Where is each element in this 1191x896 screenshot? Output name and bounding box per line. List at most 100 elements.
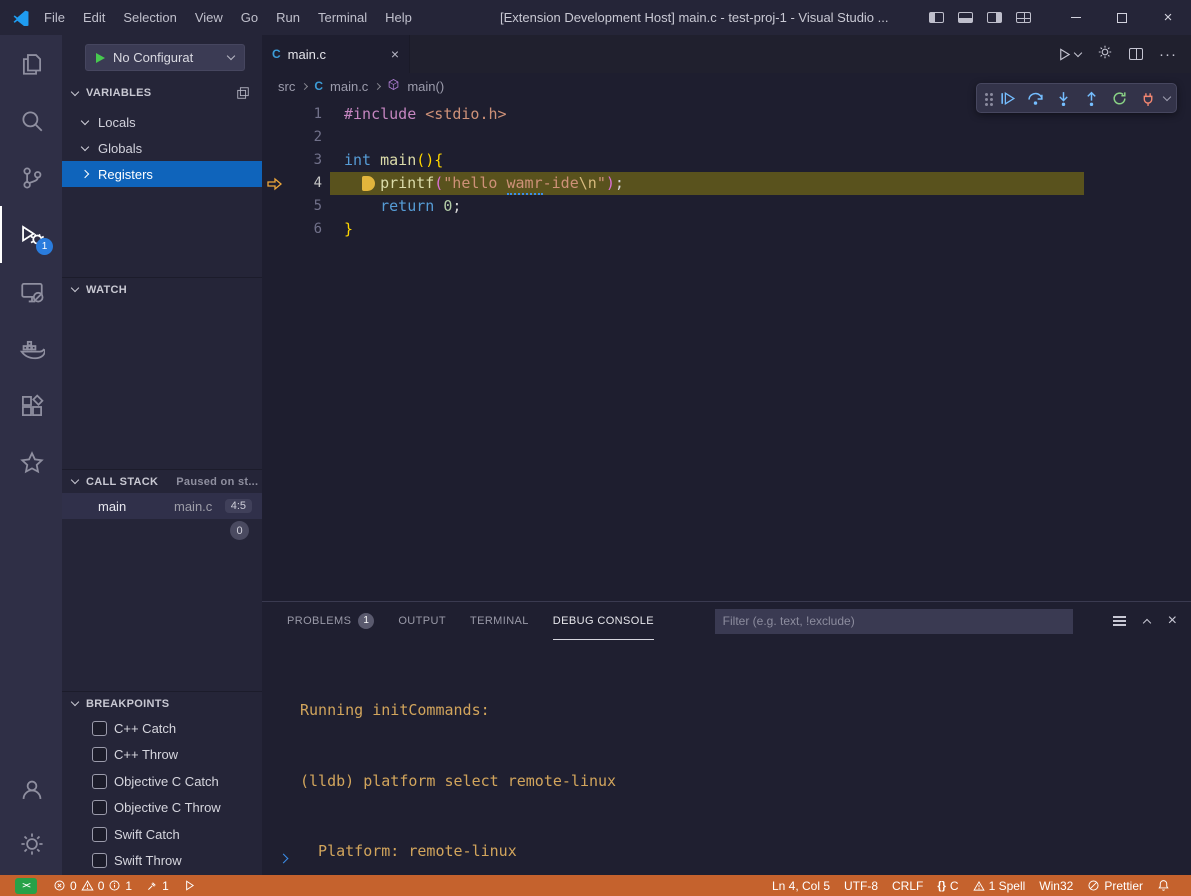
breakpoint-row[interactable]: Objective C Catch	[62, 768, 262, 794]
gutter-glyph[interactable]	[262, 103, 288, 126]
step-out-button[interactable]	[1078, 85, 1104, 111]
split-editor-icon[interactable]	[1129, 48, 1143, 60]
restart-button[interactable]	[1106, 85, 1132, 111]
menu-run[interactable]: Run	[267, 0, 309, 35]
code-token: <stdio.h>	[425, 103, 506, 126]
breakpoint-row[interactable]: C++ Catch	[62, 715, 262, 741]
stack-frame-row[interactable]: main main.c 4:5	[62, 493, 262, 519]
customize-layout-icon[interactable]	[1016, 12, 1031, 23]
remote-explorer-icon[interactable]	[0, 263, 62, 320]
chevron-down-icon[interactable]	[1163, 92, 1171, 100]
console-input[interactable]	[280, 849, 287, 867]
code-editor[interactable]: 1 #include <stdio.h> 2 3 int main(){	[262, 99, 1191, 601]
code-token: ;	[615, 172, 624, 195]
disconnect-button[interactable]	[1134, 85, 1160, 111]
launch-config-dropdown[interactable]: No Configurat	[85, 44, 245, 71]
console-filter-input[interactable]	[715, 609, 1073, 634]
gutter-glyph[interactable]	[262, 126, 288, 149]
breadcrumb-folder[interactable]: src	[278, 79, 295, 94]
info-count: 1	[125, 879, 132, 893]
run-file-button[interactable]	[1057, 47, 1081, 62]
start-debug-icon[interactable]	[96, 53, 105, 63]
breakpoint-checkbox[interactable]	[92, 827, 107, 842]
continue-button[interactable]	[994, 85, 1020, 111]
minimize-button[interactable]	[1053, 0, 1099, 35]
console-output-lines-icon[interactable]	[1113, 620, 1126, 622]
debug-status[interactable]	[183, 879, 196, 892]
toggle-secondary-sidebar-icon[interactable]	[987, 12, 1002, 23]
menu-selection[interactable]: Selection	[114, 0, 185, 35]
tab-close-icon[interactable]: ×	[391, 46, 399, 62]
docker-icon[interactable]	[0, 320, 62, 377]
drag-handle-icon[interactable]	[985, 93, 988, 96]
tab-debug-console[interactable]: DEBUG CONSOLE	[553, 602, 654, 640]
debug-toolbar	[976, 83, 1177, 113]
menu-terminal[interactable]: Terminal	[309, 0, 376, 35]
chevron-down-icon	[81, 116, 89, 124]
breakpoint-row[interactable]: Swift Throw	[62, 847, 262, 873]
favorites-star-icon[interactable]	[0, 434, 62, 491]
breadcrumb-file[interactable]: main.c	[330, 79, 368, 94]
code-line-4[interactable]: 4 printf("hello wamr-ide\n");	[262, 172, 1191, 195]
breakpoints-section-header[interactable]: BREAKPOINTS	[62, 691, 262, 715]
inline-breakpoint-marker-icon[interactable]	[362, 176, 375, 191]
toggle-panel-icon[interactable]	[958, 12, 973, 23]
step-into-button[interactable]	[1050, 85, 1076, 111]
code-line-6[interactable]: 6 }	[262, 218, 1191, 241]
code-line-2[interactable]: 2	[262, 126, 1191, 149]
menu-help[interactable]: Help	[376, 0, 421, 35]
menu-edit[interactable]: Edit	[74, 0, 114, 35]
variables-scope-globals[interactable]: Globals	[62, 135, 262, 161]
debug-current-line-arrow-icon[interactable]	[262, 172, 288, 195]
watch-section-header[interactable]: WATCH	[62, 277, 262, 301]
variables-scope-registers[interactable]: Registers	[62, 161, 262, 187]
breadcrumb-symbol[interactable]: main()	[407, 79, 444, 94]
code-line-5[interactable]: 5 return 0;	[262, 195, 1191, 218]
maximize-button[interactable]	[1099, 0, 1145, 35]
run-debug-icon[interactable]: 1	[0, 206, 62, 263]
toggle-sidebar-icon[interactable]	[929, 12, 944, 23]
variables-scope-locals[interactable]: Locals	[62, 109, 262, 135]
code-line-3[interactable]: 3 int main(){	[262, 149, 1191, 172]
tab-main-c[interactable]: C main.c ×	[262, 35, 410, 73]
line-number: 6	[288, 218, 322, 241]
breakpoint-checkbox[interactable]	[92, 721, 107, 736]
source-control-icon[interactable]	[0, 149, 62, 206]
gutter-glyph[interactable]	[262, 195, 288, 218]
panel-copy-icon[interactable]	[236, 86, 250, 100]
code-token: )	[606, 172, 615, 195]
breakpoint-checkbox[interactable]	[92, 774, 107, 789]
misspelled-word: wamr	[507, 172, 543, 195]
gutter-glyph[interactable]	[262, 218, 288, 241]
breakpoint-checkbox[interactable]	[92, 747, 107, 762]
problems-status[interactable]: 0 0 1	[53, 879, 132, 893]
tools-status[interactable]: 1	[146, 879, 169, 893]
breakpoint-row[interactable]: C++ Throw	[62, 741, 262, 767]
more-actions-icon[interactable]: ···	[1159, 46, 1177, 63]
gutter-glyph[interactable]	[262, 149, 288, 172]
breakpoint-checkbox[interactable]	[92, 800, 107, 815]
editor-settings-gear-icon[interactable]	[1097, 44, 1113, 65]
tab-output[interactable]: OUTPUT	[398, 602, 446, 640]
extensions-icon[interactable]	[0, 377, 62, 434]
menu-file[interactable]: File	[35, 0, 74, 35]
tab-problems[interactable]: PROBLEMS 1	[287, 602, 374, 640]
tab-terminal[interactable]: TERMINAL	[470, 602, 529, 640]
step-over-button[interactable]	[1022, 85, 1048, 111]
warning-icon	[81, 879, 94, 892]
breakpoint-checkbox[interactable]	[92, 853, 107, 868]
maximize-panel-icon[interactable]	[1142, 618, 1150, 626]
search-icon[interactable]	[0, 92, 62, 149]
breakpoint-row[interactable]: Swift Catch	[62, 821, 262, 847]
close-button[interactable]: ×	[1145, 0, 1191, 35]
settings-gear-icon[interactable]	[0, 817, 62, 871]
variables-section-header[interactable]: VARIABLES	[62, 81, 262, 105]
remote-indicator[interactable]: ><	[15, 878, 39, 894]
menu-view[interactable]: View	[186, 0, 232, 35]
breakpoint-row[interactable]: Objective C Throw	[62, 794, 262, 820]
accounts-icon[interactable]	[0, 763, 62, 817]
explorer-icon[interactable]	[0, 35, 62, 92]
menu-go[interactable]: Go	[232, 0, 267, 35]
close-panel-icon[interactable]: ×	[1168, 612, 1177, 630]
call-stack-section-header[interactable]: CALL STACK Paused on st...	[62, 469, 262, 493]
